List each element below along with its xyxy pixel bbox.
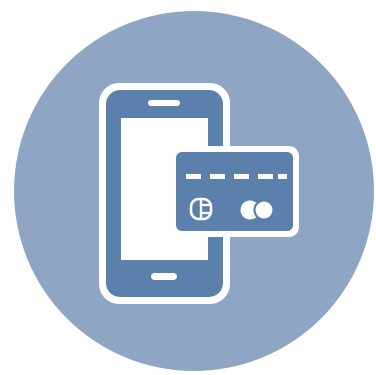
credit-card-icon bbox=[170, 146, 299, 237]
card-dash bbox=[278, 174, 287, 179]
card-dash bbox=[186, 174, 201, 179]
logo-circle-right bbox=[253, 199, 275, 221]
mobile-payment-illustration bbox=[0, 0, 376, 375]
card-dash bbox=[210, 174, 225, 179]
card-dash bbox=[258, 174, 273, 179]
card-dash bbox=[234, 174, 249, 179]
phone-home-button bbox=[151, 273, 177, 280]
card-network-logo-icon bbox=[240, 199, 275, 221]
phone-speaker bbox=[148, 100, 180, 106]
mobile-payment-icon bbox=[14, 11, 374, 371]
card-body bbox=[176, 152, 293, 231]
